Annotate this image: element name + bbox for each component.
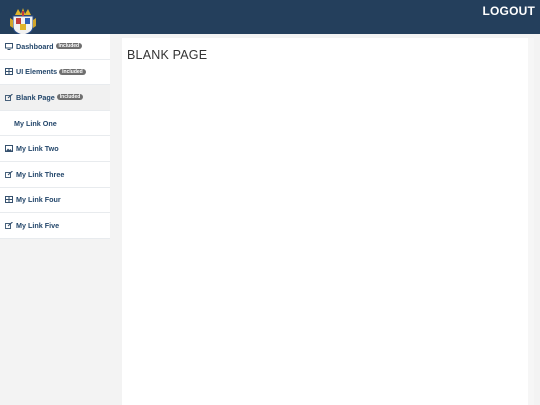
content-panel: BLANK PAGE [122, 38, 534, 405]
table-icon [4, 196, 13, 204]
included-badge: Included [55, 43, 83, 50]
page-title: BLANK PAGE [127, 48, 208, 62]
sidebar-item-label: My Link One [14, 118, 57, 128]
sidebar-item-my-link-five[interactable]: My Link Five [0, 213, 110, 239]
sidebar-item-my-link-two[interactable]: My Link Two [0, 136, 110, 162]
sidebar-item-label: UI Elements [16, 67, 58, 77]
edit-icon [4, 170, 13, 178]
sidebar-item-blank-page[interactable]: Blank Page Included [0, 85, 110, 111]
sidebar-item-label: My Link Five [16, 220, 60, 230]
sidebar-item-my-link-three[interactable]: My Link Three [0, 162, 110, 188]
sidebar-item-my-link-one[interactable]: My Link One [0, 111, 110, 137]
top-navbar: LOGOUT [0, 0, 540, 36]
sidebar-item-dashboard[interactable]: Dashboard Included [0, 34, 110, 60]
sidebar-item-label: My Link Two [16, 144, 59, 154]
main-content: BLANK PAGE [110, 34, 540, 405]
panel-divider [528, 38, 534, 405]
image-icon [4, 145, 13, 153]
sidebar-item-label: Dashboard [16, 41, 54, 51]
edit-icon [4, 221, 13, 229]
coat-of-arms-icon [10, 8, 36, 36]
desktop-icon [4, 42, 13, 50]
table-icon [4, 68, 13, 76]
logout-button[interactable]: LOGOUT [482, 4, 535, 18]
sidebar-item-label: My Link Four [16, 195, 61, 205]
blank-icon [4, 119, 10, 127]
sidebar: Dashboard Included UI Elements Included … [0, 34, 110, 405]
included-badge: Included [56, 94, 84, 101]
sidebar-item-my-link-four[interactable]: My Link Four [0, 188, 110, 214]
sidebar-item-label: My Link Three [16, 169, 65, 179]
edit-icon [4, 93, 13, 101]
sidebar-item-label: Blank Page [16, 92, 55, 102]
included-badge: Included [59, 68, 86, 75]
brand-logo[interactable] [8, 6, 38, 36]
sidebar-item-ui-elements[interactable]: UI Elements Included [0, 60, 110, 86]
sidebar-nav: Dashboard Included UI Elements Included … [0, 34, 110, 239]
